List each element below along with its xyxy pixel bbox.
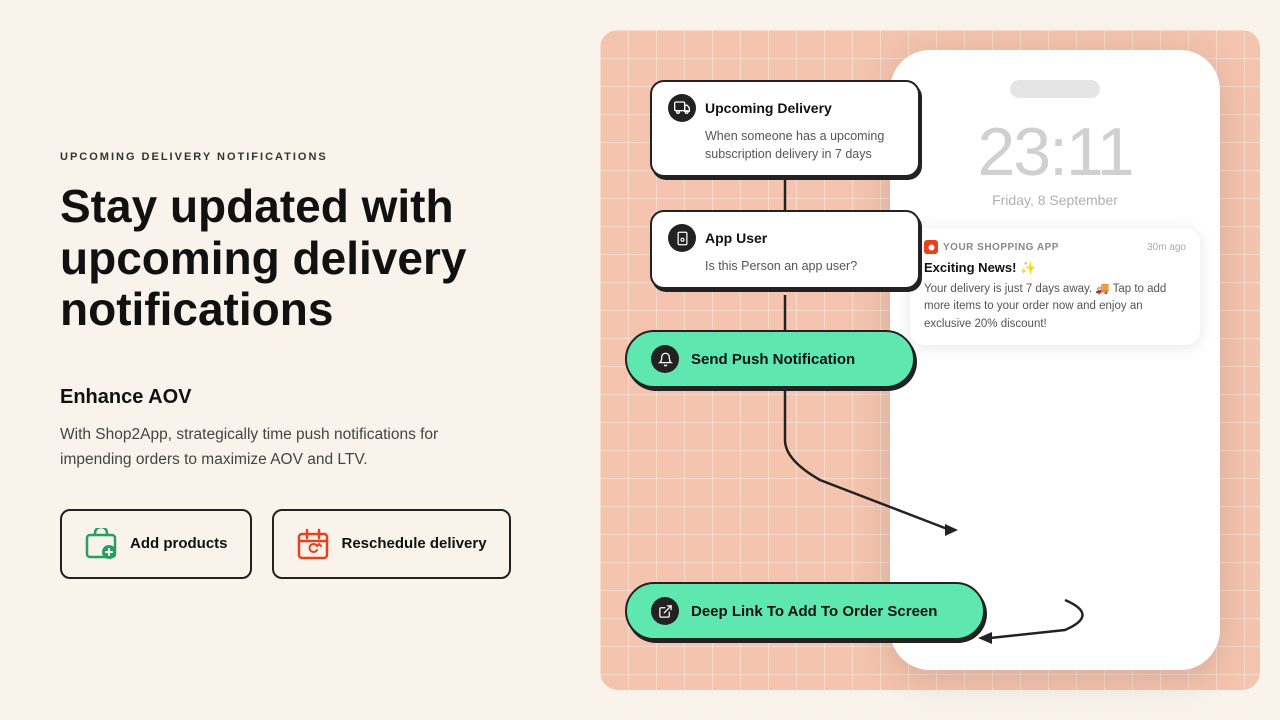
notif-header: YOUR SHOPPING APP 30m ago: [924, 240, 1186, 254]
enhance-title: Enhance AOV: [60, 386, 530, 409]
left-panel: UPCOMING DELIVERY NOTIFICATIONS Stay upd…: [0, 0, 590, 720]
reschedule-icon: [296, 527, 330, 561]
action-buttons: Add products Reschedule delivery: [60, 509, 530, 579]
notif-body: Your delivery is just 7 days away. 🚚 Tap…: [924, 281, 1186, 333]
phone-time: 23:11: [977, 118, 1132, 186]
phone-pill: [1010, 80, 1100, 98]
notification-card: YOUR SHOPPING APP 30m ago Exciting News!…: [910, 228, 1200, 345]
notif-time: 30m ago: [1147, 242, 1186, 253]
right-panel: 23:11 Friday, 8 September YOUR SHOPPING …: [590, 0, 1280, 720]
notif-title: Exciting News! ✨: [924, 260, 1186, 276]
reschedule-button[interactable]: Reschedule delivery: [272, 509, 511, 579]
notif-app-icon: [924, 240, 938, 254]
reschedule-label: Reschedule delivery: [342, 535, 487, 552]
enhance-desc: With Shop2App, strategically time push n…: [60, 423, 490, 473]
phone-mockup: 23:11 Friday, 8 September YOUR SHOPPING …: [890, 50, 1220, 670]
add-products-label: Add products: [130, 535, 228, 552]
notif-app-name: YOUR SHOPPING APP: [924, 240, 1059, 254]
add-products-button[interactable]: Add products: [60, 509, 252, 579]
main-heading: Stay updated with upcoming delivery noti…: [60, 181, 530, 336]
section-label: UPCOMING DELIVERY NOTIFICATIONS: [60, 151, 530, 163]
phone-date: Friday, 8 September: [992, 192, 1118, 208]
add-products-icon: [84, 527, 118, 561]
